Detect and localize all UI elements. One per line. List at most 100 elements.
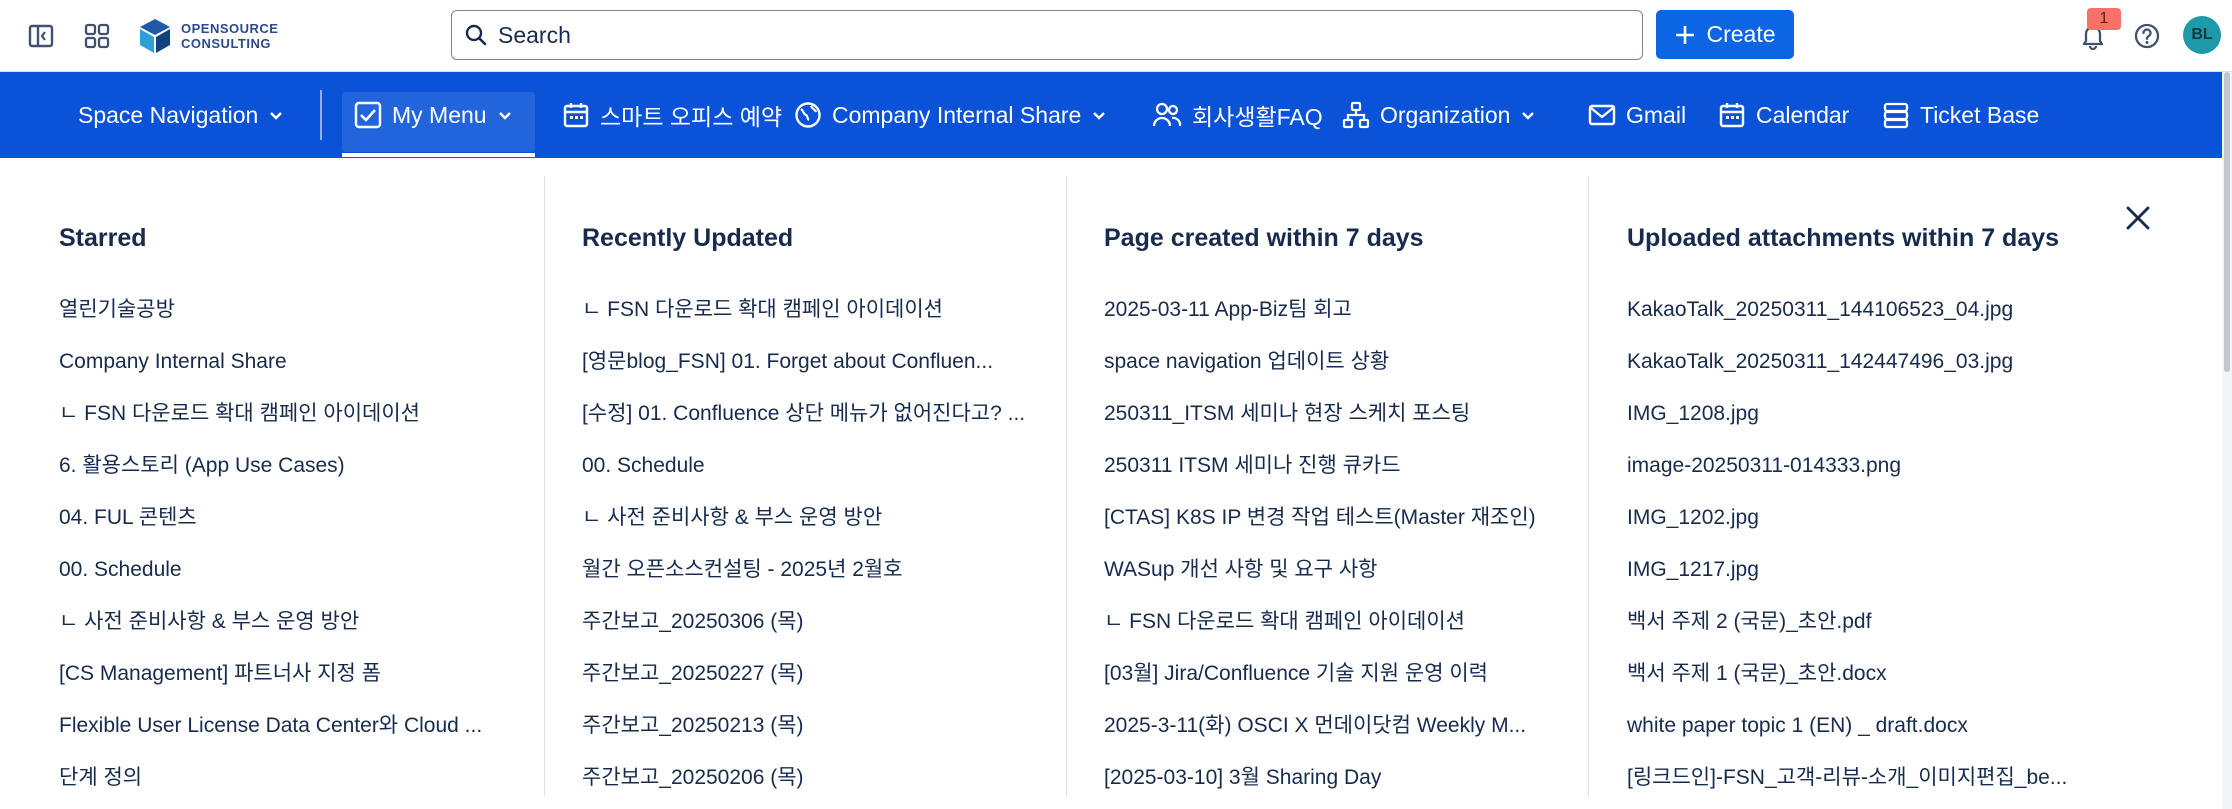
- chevron-down-icon: [498, 112, 511, 120]
- list-item[interactable]: [링크드인]-FSN_고객-리뷰-소개_이미지편집_be...: [1627, 752, 2087, 804]
- uploaded-attachments-list: KakaoTalk_20250311_144106523_04.jpg Kaka…: [1627, 284, 2087, 804]
- logo-line-2: CONSULTING: [181, 36, 271, 51]
- database-icon: [1883, 102, 1909, 129]
- checkbox-icon: [354, 101, 382, 129]
- company-logo[interactable]: OPENSOURCE CONSULTING: [137, 14, 278, 58]
- list-item[interactable]: Company Internal Share: [59, 336, 519, 388]
- list-item[interactable]: ㄴ FSN 다운로드 확대 캠페인 아이데이션: [1104, 596, 1564, 648]
- list-item[interactable]: [영문blog_FSN] 01. Forget about Confluen..…: [582, 336, 1042, 388]
- list-item[interactable]: KakaoTalk_20250311_142447496_03.jpg: [1627, 336, 2087, 388]
- list-item[interactable]: ㄴ 사전 준비사항 & 부스 운영 방안: [59, 596, 519, 648]
- list-item[interactable]: 단계 정의: [59, 752, 519, 804]
- user-avatar[interactable]: BL: [2183, 16, 2221, 54]
- list-item[interactable]: space navigation 업데이트 상황: [1104, 336, 1564, 388]
- column-starred: Starred 열린기술공방 Company Internal Share ㄴ …: [59, 176, 519, 796]
- list-item[interactable]: IMG_1202.jpg: [1627, 492, 2087, 544]
- list-item[interactable]: white paper topic 1 (EN) _ draft.docx: [1627, 700, 2087, 752]
- list-item[interactable]: [CS Management] 파트너사 지정 폼: [59, 648, 519, 700]
- column-divider: [1588, 176, 1589, 796]
- create-button-label: Create: [1706, 21, 1776, 47]
- nav-smart-office[interactable]: 스마트 오피스 예약: [562, 72, 782, 158]
- list-item[interactable]: Flexible User License Data Center와 Cloud…: [59, 700, 519, 752]
- globe-icon: [795, 102, 821, 128]
- notification-badge: 1: [2087, 8, 2121, 30]
- column-uploaded-attachments: Uploaded attachments within 7 days Kakao…: [1627, 176, 2097, 796]
- nav-space-navigation-label: Space Navigation: [78, 101, 259, 128]
- search-box[interactable]: [451, 10, 1643, 60]
- nav-faq[interactable]: 회사생활FAQ: [1152, 72, 1323, 158]
- nav-gmail[interactable]: Gmail: [1588, 72, 1686, 158]
- list-item[interactable]: 열린기술공방: [59, 284, 519, 336]
- column-recently-updated: Recently Updated ㄴ FSN 다운로드 확대 캠페인 아이데이션…: [582, 176, 1042, 796]
- help-icon[interactable]: [2127, 16, 2167, 56]
- plus-icon: [1676, 25, 1695, 44]
- list-item[interactable]: [수정] 01. Confluence 상단 메뉴가 없어진다고? ...: [582, 388, 1042, 440]
- list-item[interactable]: 250311_ITSM 세미나 현장 스케치 포스팅: [1104, 388, 1564, 440]
- calendar-icon: [563, 103, 589, 128]
- list-item[interactable]: 250311 ITSM 세미나 진행 큐카드: [1104, 440, 1564, 492]
- list-item[interactable]: 00. Schedule: [59, 544, 519, 596]
- nav-my-menu[interactable]: My Menu: [354, 72, 513, 158]
- nav-gmail-label: Gmail: [1626, 101, 1687, 128]
- list-item[interactable]: [2025-03-10] 3월 Sharing Day: [1104, 752, 1564, 804]
- nav-calendar[interactable]: Calendar: [1718, 72, 1849, 158]
- nav-company-internal-share-label: Company Internal Share: [832, 101, 1082, 128]
- nav-faq-label: 회사생활FAQ: [1192, 104, 1323, 130]
- list-item[interactable]: [CTAS] K8S IP 변경 작업 테스트(Master 재조인): [1104, 492, 1564, 544]
- chevron-down-icon: [270, 112, 283, 120]
- close-icon[interactable]: [2118, 198, 2158, 238]
- column-divider: [1066, 176, 1067, 796]
- list-item[interactable]: 2025-03-11 App-Biz팀 회고: [1104, 284, 1564, 336]
- calendar-icon: [1719, 103, 1745, 128]
- mail-icon: [1588, 104, 1616, 126]
- list-item[interactable]: 00. Schedule: [582, 440, 1042, 492]
- nav-ticket-base-label: Ticket Base: [1920, 101, 2040, 128]
- list-item[interactable]: 주간보고_20250306 (목): [582, 596, 1042, 648]
- starred-list: 열린기술공방 Company Internal Share ㄴ FSN 다운로드…: [59, 284, 519, 804]
- column-title: Recently Updated: [582, 224, 794, 252]
- list-item[interactable]: 04. FUL 콘텐츠: [59, 492, 519, 544]
- list-item[interactable]: 2025-3-11(화) OSCI X 먼데이닷컴 Weekly M...: [1104, 700, 1564, 752]
- list-item[interactable]: [03월] Jira/Confluence 기술 지원 운영 이력: [1104, 648, 1564, 700]
- list-item[interactable]: 백서 주제 1 (국문)_초안.docx: [1627, 648, 2087, 700]
- list-item[interactable]: 백서 주제 2 (국문)_초안.pdf: [1627, 596, 2087, 648]
- list-item[interactable]: 주간보고_20250213 (목): [582, 700, 1042, 752]
- chevron-down-icon: [1522, 112, 1535, 120]
- list-item[interactable]: image-20250311-014333.png: [1627, 440, 2087, 492]
- list-item[interactable]: WASup 개선 사항 및 요구 사항: [1104, 544, 1564, 596]
- nav-space-navigation[interactable]: Space Navigation: [78, 72, 284, 158]
- search-input[interactable]: [498, 21, 1598, 49]
- column-divider: [544, 176, 545, 796]
- nav-divider: [320, 90, 322, 140]
- scrollbar-thumb[interactable]: [2224, 72, 2230, 372]
- column-title: Page created within 7 days: [1104, 224, 1424, 252]
- list-item[interactable]: IMG_1208.jpg: [1627, 388, 2087, 440]
- space-navigation-bar: Space Navigation My Menu 스마트 오피스 예약 Comp…: [0, 72, 2222, 158]
- nav-organization[interactable]: Organization: [1342, 72, 1536, 158]
- logo-icon: [140, 19, 170, 53]
- nav-company-internal-share[interactable]: Company Internal Share: [794, 72, 1107, 158]
- create-button[interactable]: Create: [1656, 10, 1794, 59]
- app-switcher-icon[interactable]: [77, 16, 117, 56]
- people-icon: [1152, 102, 1182, 127]
- list-item[interactable]: ㄴ 사전 준비사항 & 부스 운영 방안: [582, 492, 1042, 544]
- search-icon: [465, 24, 487, 46]
- sidebar-toggle-icon[interactable]: [21, 16, 61, 56]
- nav-my-menu-label: My Menu: [392, 101, 487, 128]
- list-item[interactable]: 월간 오픈소스컨설팅 - 2025년 2월호: [582, 544, 1042, 596]
- org-chart-icon: [1342, 101, 1370, 129]
- list-item[interactable]: 주간보고_20250227 (목): [582, 648, 1042, 700]
- top-bar: OPENSOURCE CONSULTING Create 1 BL: [0, 0, 2232, 72]
- list-item[interactable]: IMG_1217.jpg: [1627, 544, 2087, 596]
- list-item[interactable]: ㄴ FSN 다운로드 확대 캠페인 아이데이션: [582, 284, 1042, 336]
- nav-ticket-base[interactable]: Ticket Base: [1882, 72, 2039, 158]
- list-item[interactable]: ㄴ FSN 다운로드 확대 캠페인 아이데이션: [59, 388, 519, 440]
- recently-updated-list: ㄴ FSN 다운로드 확대 캠페인 아이데이션 [영문blog_FSN] 01.…: [582, 284, 1042, 804]
- pages-created-list: 2025-03-11 App-Biz팀 회고 space navigation …: [1104, 284, 1564, 804]
- list-item[interactable]: 6. 활용스토리 (App Use Cases): [59, 440, 519, 492]
- list-item[interactable]: KakaoTalk_20250311_144106523_04.jpg: [1627, 284, 2087, 336]
- list-item[interactable]: 주간보고_20250206 (목): [582, 752, 1042, 804]
- column-pages-created: Page created within 7 days 2025-03-11 Ap…: [1104, 176, 1564, 796]
- column-title: Starred: [59, 224, 147, 252]
- column-title: Uploaded attachments within 7 days: [1627, 224, 2060, 252]
